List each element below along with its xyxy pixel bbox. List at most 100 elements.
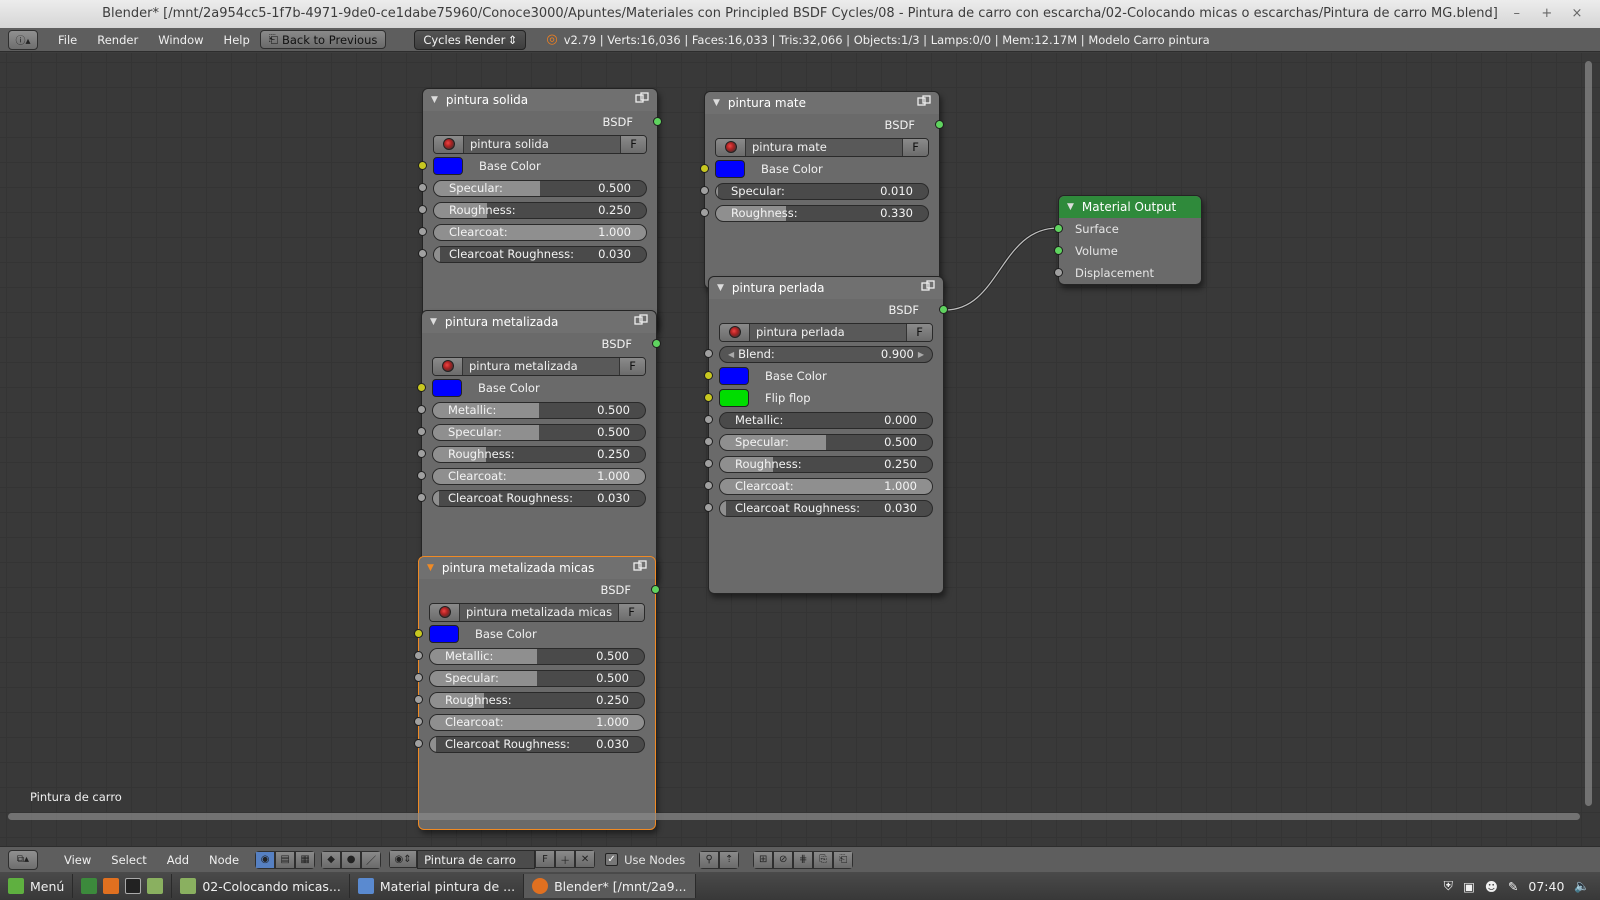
bsdf-output-socket[interactable]	[935, 120, 944, 129]
material-name-field[interactable]: pintura solida	[464, 135, 620, 153]
input-socket[interactable]	[700, 208, 709, 217]
property-slider[interactable]: Clearcoat Roughness: 0.030	[433, 245, 647, 263]
node-header[interactable]: ▼ pintura metalizada micas	[419, 557, 655, 579]
vertical-scrollbar[interactable]	[1585, 61, 1592, 806]
collapse-triangle-icon[interactable]: ▼	[1067, 202, 1074, 212]
input-socket[interactable]	[418, 249, 427, 258]
menu-file[interactable]: File	[48, 33, 87, 47]
shader-tree-icon[interactable]: ◉	[255, 850, 276, 869]
input-socket[interactable]	[704, 459, 713, 468]
input-socket[interactable]	[704, 503, 713, 512]
material-browse-button[interactable]	[720, 323, 750, 341]
material-browse-button[interactable]	[430, 603, 460, 621]
close-button[interactable]: ×	[1564, 0, 1590, 28]
base-color-swatch[interactable]	[433, 157, 463, 175]
user-icon[interactable]: ☻	[1485, 879, 1498, 894]
input-socket[interactable]	[704, 437, 713, 446]
terminal-icon[interactable]	[125, 878, 142, 894]
surface-socket[interactable]	[1054, 224, 1063, 233]
node-header[interactable]: ▼ pintura metalizada	[422, 311, 656, 333]
show-desktop-icon[interactable]	[81, 878, 98, 894]
paste-nodes-icon[interactable]: ⎗	[833, 850, 854, 869]
base-color-socket[interactable]	[414, 629, 423, 638]
node-editor[interactable]: ▼ pintura solida BSDF pintura solida F B…	[0, 53, 1600, 846]
fake-user-button[interactable]: F	[620, 135, 646, 153]
property-slider[interactable]: Clearcoat: 1.000	[429, 713, 645, 731]
node-header[interactable]: ▼ Material Output	[1059, 196, 1201, 218]
snap-toggle-icon[interactable]: ⊞	[753, 850, 774, 869]
object-shader-icon[interactable]: ◆	[321, 850, 342, 869]
material-browse-button[interactable]	[434, 135, 464, 153]
node-header[interactable]: ▼ pintura solida	[423, 89, 657, 111]
input-socket[interactable]	[414, 673, 423, 682]
material-name-field[interactable]: pintura perlada	[750, 323, 906, 341]
material-name-field[interactable]: pintura metalizada	[463, 357, 619, 375]
input-socket[interactable]	[414, 739, 423, 748]
node-header[interactable]: ▼ pintura perlada	[709, 277, 943, 299]
menu-select[interactable]: Select	[101, 853, 156, 867]
base-color-socket[interactable]	[417, 383, 426, 392]
bsdf-output-socket[interactable]	[652, 339, 661, 348]
menu-render[interactable]: Render	[87, 33, 148, 47]
network-icon[interactable]: ▣	[1463, 879, 1475, 894]
start-menu-button[interactable]: Menú	[0, 874, 74, 898]
input-socket[interactable]	[704, 481, 713, 490]
input-socket[interactable]	[418, 227, 427, 236]
blend-socket[interactable]	[704, 349, 713, 358]
input-socket[interactable]	[418, 205, 427, 214]
property-slider[interactable]: Specular: 0.500	[433, 179, 647, 197]
fake-user-button[interactable]: F	[906, 323, 932, 341]
compositing-tree-icon[interactable]: ▤	[275, 850, 296, 869]
material-selector[interactable]: pintura perlada F	[719, 322, 933, 342]
menu-window[interactable]: Window	[148, 33, 213, 47]
input-socket[interactable]	[700, 186, 709, 195]
material-name-field[interactable]: pintura metalizada micas	[460, 603, 618, 621]
input-socket[interactable]	[417, 427, 426, 436]
files-icon[interactable]	[147, 878, 164, 894]
menu-add[interactable]: Add	[157, 853, 199, 867]
task-document[interactable]: Material pintura de ...	[350, 874, 525, 898]
material-browse-button[interactable]	[716, 138, 746, 156]
fake-user-button[interactable]: F	[619, 357, 645, 375]
material-selector[interactable]: pintura mate F	[715, 137, 929, 157]
input-socket[interactable]	[414, 695, 423, 704]
property-slider[interactable]: Metallic: 0.500	[429, 647, 645, 665]
node-pintura-mate[interactable]: ▼ pintura mate BSDF pintura mate F Base …	[700, 91, 944, 289]
snap-grid-icon[interactable]: ⋕	[793, 850, 814, 869]
displacement-socket[interactable]	[1054, 268, 1063, 277]
menu-help[interactable]: Help	[214, 33, 260, 47]
material-browse-icon[interactable]: ◉⇕	[389, 850, 418, 868]
input-socket[interactable]	[414, 717, 423, 726]
arrow-right-icon[interactable]: ▶	[918, 350, 924, 359]
texture-tree-icon[interactable]: ▦	[295, 850, 316, 869]
volume-socket[interactable]	[1054, 246, 1063, 255]
node-group-icon[interactable]	[917, 95, 931, 109]
property-slider[interactable]: Clearcoat: 1.000	[433, 223, 647, 241]
input-socket[interactable]	[414, 651, 423, 660]
bsdf-output-socket[interactable]	[651, 585, 660, 594]
property-slider[interactable]: Clearcoat: 1.000	[432, 467, 646, 485]
input-socket[interactable]	[418, 183, 427, 192]
property-slider[interactable]: Clearcoat: 1.000	[719, 477, 933, 495]
property-slider[interactable]: Specular: 0.010	[715, 182, 929, 200]
editor-type-button[interactable]: ⧉▴	[8, 849, 38, 870]
render-engine-dropdown[interactable]: Cycles Render ⇕	[414, 29, 527, 50]
go-to-parent-icon[interactable]: ⇡	[719, 850, 740, 869]
base-color-socket[interactable]	[704, 371, 713, 380]
property-slider[interactable]: Clearcoat Roughness: 0.030	[432, 489, 646, 507]
pin-icon[interactable]: ⚲	[699, 850, 720, 869]
collapse-triangle-icon[interactable]: ▼	[430, 317, 437, 327]
property-slider[interactable]: Specular: 0.500	[719, 433, 933, 451]
input-socket[interactable]	[417, 449, 426, 458]
menu-view[interactable]: View	[54, 853, 101, 867]
collapse-triangle-icon[interactable]: ▼	[431, 95, 438, 105]
base-color-socket[interactable]	[700, 164, 709, 173]
base-color-swatch[interactable]	[429, 625, 459, 643]
bsdf-output-socket[interactable]	[939, 305, 948, 314]
node-group-icon[interactable]	[633, 560, 647, 574]
property-slider[interactable]: Roughness: 0.250	[432, 445, 646, 463]
node-pintura-perlada[interactable]: ▼ pintura perlada BSDF pintura perlada F…	[704, 276, 948, 594]
input-socket[interactable]	[704, 415, 713, 424]
property-slider[interactable]: Specular: 0.500	[432, 423, 646, 441]
node-group-icon[interactable]	[634, 314, 648, 328]
